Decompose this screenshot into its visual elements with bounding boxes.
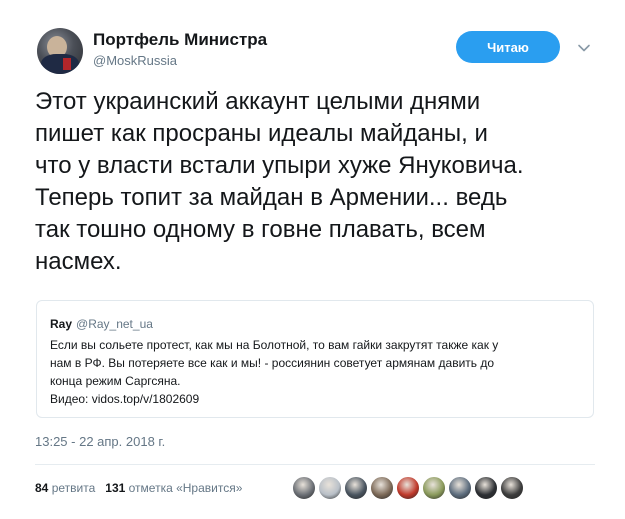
quoted-tweet-text-line: Если вы сольете протест, как мы на Болот… (50, 338, 499, 352)
liker-avatar-icon[interactable] (318, 476, 342, 500)
quoted-tweet-video-link[interactable]: Видео: vidos.top/v/1802609 (50, 390, 585, 408)
liker-avatar-icon[interactable] (448, 476, 472, 500)
quoted-tweet-header: Ray @Ray_net_ua (50, 317, 153, 331)
tweet-text-line: что у власти встали упыри хуже Януковича… (35, 152, 524, 179)
liker-avatar-icon[interactable] (292, 476, 316, 500)
tweet-stats: 84 ретвита 131 отметка «Нравится» (35, 481, 242, 495)
liker-avatar-icon[interactable] (474, 476, 498, 500)
retweets-label: ретвита (51, 481, 96, 495)
likes-count: 131 (105, 481, 126, 495)
author-username[interactable]: @MoskRussia (93, 53, 177, 68)
liker-avatar-icon[interactable] (370, 476, 394, 500)
liker-avatar-icon[interactable] (396, 476, 420, 500)
likes-stat[interactable]: 131 отметка «Нравится» (105, 481, 242, 495)
quoted-tweet[interactable]: Ray @Ray_net_ua Если вы сольете протест, … (36, 300, 594, 418)
author-display-name[interactable]: Портфель Министра (93, 30, 267, 50)
follow-button[interactable]: Читаю (456, 31, 560, 63)
tweet: Портфель Министра @MoskRussia Читаю Этот… (0, 0, 625, 519)
tweet-text-line: насмех. (35, 248, 122, 275)
author-avatar[interactable] (37, 28, 83, 74)
chevron-down-icon[interactable] (576, 40, 592, 56)
quoted-tweet-text: Если вы сольете протест, как мы на Болот… (50, 336, 585, 408)
retweets-stat[interactable]: 84 ретвита (35, 481, 95, 495)
quoted-tweet-text-line: конца режим Саргсяна. (50, 374, 181, 388)
tweet-text-line: Теперь топит за майдан в Армении... ведь (35, 184, 508, 211)
tweet-text-line: так тошно одному в говне плавать, всем (35, 216, 486, 243)
tweet-text-line: Этот украинский аккаунт целыми днями (35, 88, 481, 115)
tweet-text-line: пишет как просраны идеалы майданы, и (35, 120, 488, 147)
quoted-tweet-author-name: Ray (50, 317, 73, 331)
tweet-text: Этот украинский аккаунт целыми днями пиш… (35, 86, 615, 278)
liker-avatar-icon[interactable] (500, 476, 524, 500)
likes-label: отметка «Нравится» (128, 481, 243, 495)
quoted-tweet-username: @Ray_net_ua (76, 317, 153, 331)
avatar-body (41, 54, 79, 74)
avatar-tie (63, 58, 71, 70)
liker-avatar-icon[interactable] (344, 476, 368, 500)
liker-avatar-icon[interactable] (422, 476, 446, 500)
stats-divider (35, 464, 595, 465)
retweets-count: 84 (35, 481, 49, 495)
tweet-timestamp[interactable]: 13:25 - 22 апр. 2018 г. (35, 434, 165, 449)
quoted-tweet-text-line: нам в РФ. Вы потеряете все как и мы! - р… (50, 356, 495, 370)
